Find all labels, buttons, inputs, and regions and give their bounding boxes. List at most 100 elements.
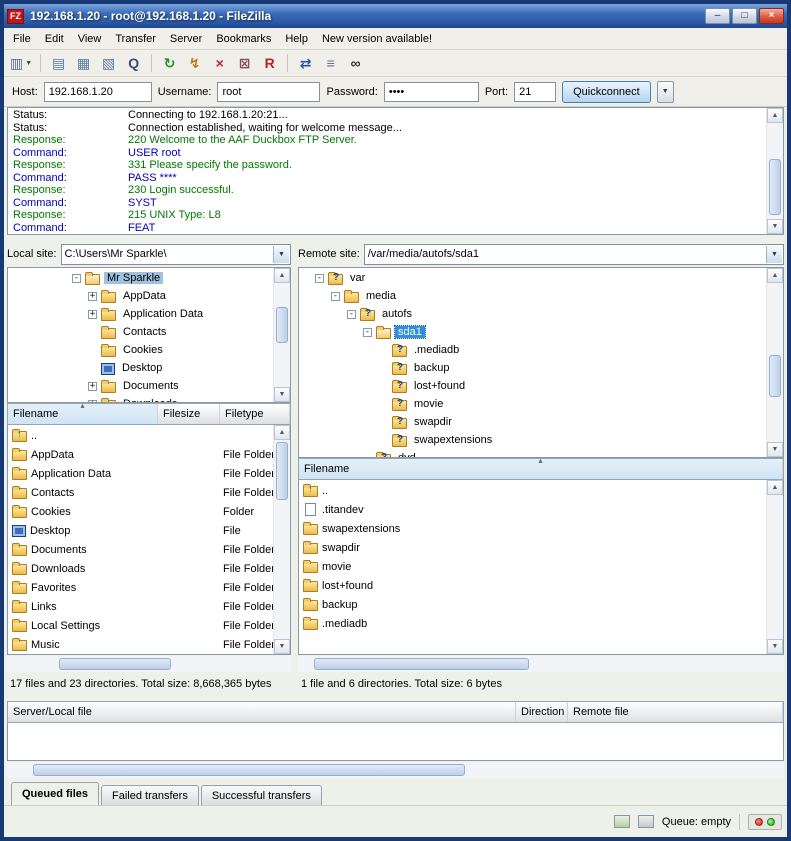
- menu-edit[interactable]: Edit: [38, 30, 71, 48]
- queue-body[interactable]: [7, 723, 784, 761]
- file-row-[interactable]: ..: [8, 426, 273, 445]
- tree-row-sda1[interactable]: -sda1: [299, 323, 766, 341]
- tree-row-mediadb[interactable]: .mediadb: [299, 341, 766, 359]
- tab-queued-files[interactable]: Queued files: [11, 782, 99, 805]
- quickconnect-dropdown-button[interactable]: ▼: [657, 81, 674, 103]
- remote-list-vscrollbar[interactable]: ▲ ▼: [766, 480, 783, 654]
- file-row-application-data[interactable]: Application DataFile Folder: [8, 464, 273, 483]
- tree-row-documents[interactable]: +Documents: [8, 377, 273, 395]
- expand-icon[interactable]: +: [88, 400, 97, 403]
- file-row-documents[interactable]: DocumentsFile Folder: [8, 540, 273, 559]
- local-list-vscroll-track[interactable]: [274, 440, 290, 639]
- port-input[interactable]: [514, 82, 556, 102]
- menu-bookmarks[interactable]: Bookmarks: [209, 30, 278, 48]
- remote-hscrollbar[interactable]: [298, 656, 784, 672]
- remote-hscroll-thumb[interactable]: [314, 658, 529, 670]
- remote-list-vscroll-track[interactable]: [767, 495, 783, 639]
- find-icon[interactable]: ∞: [344, 53, 367, 74]
- tree-row-movie[interactable]: movie: [299, 395, 766, 413]
- disconnect-icon[interactable]: ⊠: [233, 53, 256, 74]
- remote-site-combo[interactable]: /var/media/autofs/sda1 ▼: [364, 244, 784, 265]
- scroll-up-icon[interactable]: ▲: [274, 425, 290, 440]
- file-row-mediadb[interactable]: .mediadb: [299, 614, 766, 633]
- scroll-down-icon[interactable]: ▼: [274, 639, 290, 654]
- collapse-icon[interactable]: -: [315, 274, 324, 283]
- toggle-queue-icon[interactable]: Q: [122, 53, 145, 74]
- speed-limits-icon[interactable]: [614, 815, 630, 828]
- file-row-contacts[interactable]: ContactsFile Folder: [8, 483, 273, 502]
- log-vscroll-thumb[interactable]: [769, 159, 781, 215]
- toggle-log-icon[interactable]: ▤: [47, 53, 70, 74]
- cancel-icon[interactable]: ×: [208, 53, 231, 74]
- tree-row-media[interactable]: -media: [299, 287, 766, 305]
- collapse-icon[interactable]: -: [72, 274, 81, 283]
- quickconnect-button[interactable]: Quickconnect: [562, 81, 651, 103]
- remote-tree-vscroll-track[interactable]: [767, 283, 783, 442]
- file-row-[interactable]: ..: [299, 481, 766, 500]
- column-header-direction[interactable]: Direction: [516, 702, 568, 722]
- titlebar[interactable]: FZ 192.168.1.20 - root@192.168.1.20 - Fi…: [4, 4, 787, 28]
- tree-row-dvd[interactable]: dvd: [299, 449, 766, 457]
- tree-row-application-data[interactable]: +Application Data: [8, 305, 273, 323]
- remote-tree-vscroll-thumb[interactable]: [769, 355, 781, 397]
- host-input[interactable]: [44, 82, 152, 102]
- site-manager-icon[interactable]: ▥▼: [8, 53, 34, 74]
- tree-row-cookies[interactable]: Cookies: [8, 341, 273, 359]
- scroll-down-icon[interactable]: ▼: [767, 442, 783, 457]
- column-header-remote-file[interactable]: Remote file: [568, 702, 783, 722]
- file-row-links[interactable]: LinksFile Folder: [8, 597, 273, 616]
- local-hscroll-thumb[interactable]: [59, 658, 171, 670]
- log-vscrollbar[interactable]: ▲ ▼: [766, 108, 783, 234]
- sync-browsing-icon[interactable]: ≡: [319, 53, 342, 74]
- file-row-swapextensions[interactable]: swapextensions: [299, 519, 766, 538]
- local-hscrollbar[interactable]: [7, 656, 291, 672]
- menu-help[interactable]: Help: [278, 30, 315, 48]
- minimize-button[interactable]: –: [705, 8, 730, 24]
- tab-failed-transfers[interactable]: Failed transfers: [101, 785, 199, 805]
- scroll-down-icon[interactable]: ▼: [767, 219, 783, 234]
- password-input[interactable]: [384, 82, 479, 102]
- column-header-server-local-file[interactable]: Server/Local file: [8, 702, 516, 722]
- toggle-local-tree-icon[interactable]: ▦: [72, 53, 95, 74]
- scroll-up-icon[interactable]: ▲: [274, 268, 290, 283]
- reconnect-icon[interactable]: R: [258, 53, 281, 74]
- expand-icon[interactable]: +: [88, 382, 97, 391]
- tree-row-swapextensions[interactable]: swapextensions: [299, 431, 766, 449]
- column-header-filetype[interactable]: Filetype: [220, 404, 290, 424]
- expand-icon[interactable]: +: [88, 310, 97, 319]
- file-row-movie[interactable]: movie: [299, 557, 766, 576]
- file-row-swapdir[interactable]: swapdir: [299, 538, 766, 557]
- filter-icon[interactable]: [638, 815, 654, 828]
- local-tree-vscroll-thumb[interactable]: [276, 307, 288, 343]
- tab-successful-transfers[interactable]: Successful transfers: [201, 785, 322, 805]
- menu-server[interactable]: Server: [163, 30, 209, 48]
- file-row-backup[interactable]: backup: [299, 595, 766, 614]
- username-input[interactable]: [217, 82, 320, 102]
- file-row-lost-found[interactable]: lost+found: [299, 576, 766, 595]
- file-row-desktop[interactable]: DesktopFile: [8, 521, 273, 540]
- local-list-vscroll-thumb[interactable]: [276, 442, 288, 500]
- collapse-icon[interactable]: -: [363, 328, 372, 337]
- queue-hscrollbar[interactable]: [7, 762, 784, 778]
- tree-row-swapdir[interactable]: swapdir: [299, 413, 766, 431]
- local-tree-vscrollbar[interactable]: ▲ ▼: [273, 268, 290, 402]
- file-row-local-settings[interactable]: Local SettingsFile Folder: [8, 616, 273, 635]
- menu-transfer[interactable]: Transfer: [108, 30, 163, 48]
- menu-file[interactable]: File: [6, 30, 38, 48]
- tree-row-desktop[interactable]: Desktop: [8, 359, 273, 377]
- file-row-cookies[interactable]: CookiesFolder: [8, 502, 273, 521]
- tree-row-appdata[interactable]: +AppData: [8, 287, 273, 305]
- pane-splitter[interactable]: [291, 241, 298, 695]
- tree-row-var[interactable]: -var: [299, 269, 766, 287]
- tree-row-downloads[interactable]: +Downloads: [8, 395, 273, 402]
- toggle-remote-tree-icon[interactable]: ▧: [97, 53, 120, 74]
- scroll-down-icon[interactable]: ▼: [767, 639, 783, 654]
- expand-icon[interactable]: +: [88, 292, 97, 301]
- local-list-vscrollbar[interactable]: ▲ ▼: [273, 425, 290, 654]
- collapse-icon[interactable]: -: [347, 310, 356, 319]
- scroll-up-icon[interactable]: ▲: [767, 268, 783, 283]
- tree-row-backup[interactable]: backup: [299, 359, 766, 377]
- scroll-up-icon[interactable]: ▲: [767, 480, 783, 495]
- menu-new-version-available[interactable]: New version available!: [315, 30, 439, 48]
- file-row-favorites[interactable]: FavoritesFile Folder: [8, 578, 273, 597]
